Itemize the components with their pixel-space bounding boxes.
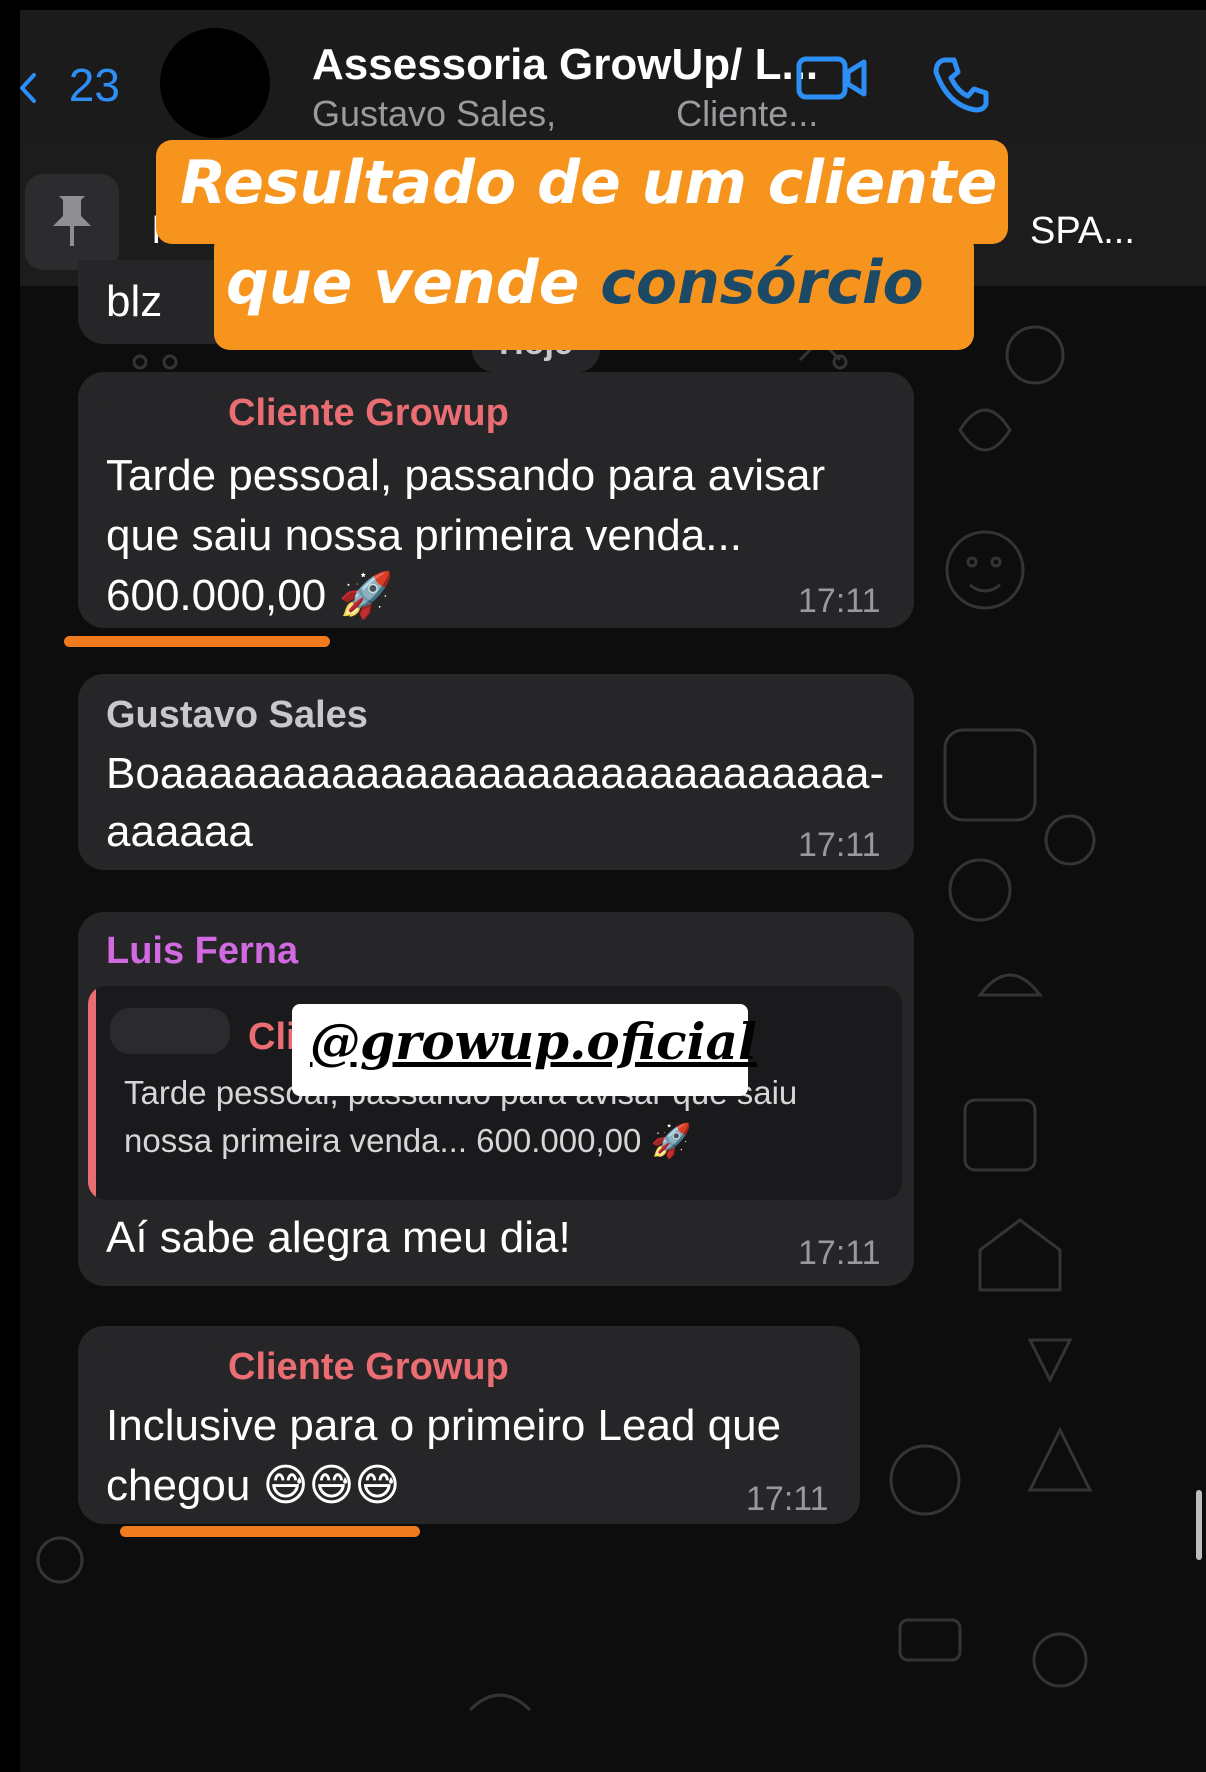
message-line: 600.000,00 🚀 (106, 571, 394, 620)
pinned-text-tail: SPA... (1030, 210, 1135, 252)
message-line: Aí sabe alegra meu dia! (106, 1213, 571, 1262)
chat-title[interactable]: Assessoria GrowUp/ L... (312, 40, 818, 90)
message-bubble-2[interactable]: Gustavo Sales Boaaaaaaaaaaaaaaaaaaaaaaaa… (78, 674, 914, 870)
message-line: Inclusive para o primeiro Lead que (106, 1401, 782, 1450)
video-call-button[interactable] (796, 54, 868, 107)
message-line: que saiu nossa primeira venda... (106, 511, 742, 560)
message-line: chegou 😅😅😅 (106, 1461, 401, 1510)
video-call-icon (796, 56, 867, 100)
chevron-left-icon (20, 73, 36, 103)
sender-name: Luis Ferna (106, 930, 299, 972)
banner-highlight: consórcio (600, 248, 924, 318)
message-bubble-4[interactable]: Cliente Growup Inclusive para o primeiro… (78, 1326, 860, 1524)
sender-name: Cliente Growup (228, 1346, 509, 1388)
highlight-underline (120, 1526, 420, 1537)
banner-line-1: Resultado de um cliente (180, 148, 998, 218)
message-line: Boaaaaaaaaaaaaaaaaaaaaaaaaaaaaa- (106, 749, 885, 798)
redacted-name (102, 1344, 232, 1388)
pin-icon (53, 196, 91, 246)
message-bubble-1[interactable]: Cliente Growup Tarde pessoal, passando p… (78, 372, 914, 628)
message-text: blz (106, 277, 163, 326)
chat-participants[interactable]: Gustavo Sales, Cliente... (312, 92, 818, 135)
sender-name: Gustavo Sales (106, 694, 368, 736)
redacted-name (102, 396, 232, 440)
message-time: 17:11 (746, 1480, 829, 1518)
redacted-name (110, 1008, 230, 1054)
unread-count: 23 (68, 59, 120, 111)
highlight-underline (64, 636, 330, 647)
phone-icon (933, 57, 989, 113)
pin-button[interactable] (25, 174, 119, 270)
instagram-handle-sticker: @growup.oficial (292, 1004, 757, 1096)
message-line: Tarde pessoal, passando para avisar (106, 451, 826, 500)
back-button[interactable]: 23 (20, 58, 120, 112)
sender-name: Cliente Growup (228, 392, 509, 434)
message-time: 17:11 (798, 582, 881, 620)
quote-line: nossa primeira venda... 600.000,00 🚀 (124, 1122, 692, 1159)
quote-accent-bar (88, 986, 96, 1200)
instagram-handle: @growup.oficial (310, 1012, 757, 1071)
chat-header: 23 Assessoria GrowUp/ L... Gustavo Sales… (20, 10, 1206, 147)
scroll-indicator[interactable] (1196, 1490, 1202, 1560)
message-time: 17:11 (798, 826, 881, 864)
banner-line-2-text: que vende (226, 248, 601, 318)
banner-line-2: que vende consórcio (226, 248, 924, 318)
group-avatar[interactable] (160, 28, 270, 138)
voice-call-button[interactable] (930, 54, 990, 119)
redacted-name (566, 92, 667, 126)
participant-name: Gustavo Sales, (312, 93, 557, 134)
message-line: aaaaaa (106, 807, 253, 856)
message-time: 17:11 (798, 1234, 881, 1272)
